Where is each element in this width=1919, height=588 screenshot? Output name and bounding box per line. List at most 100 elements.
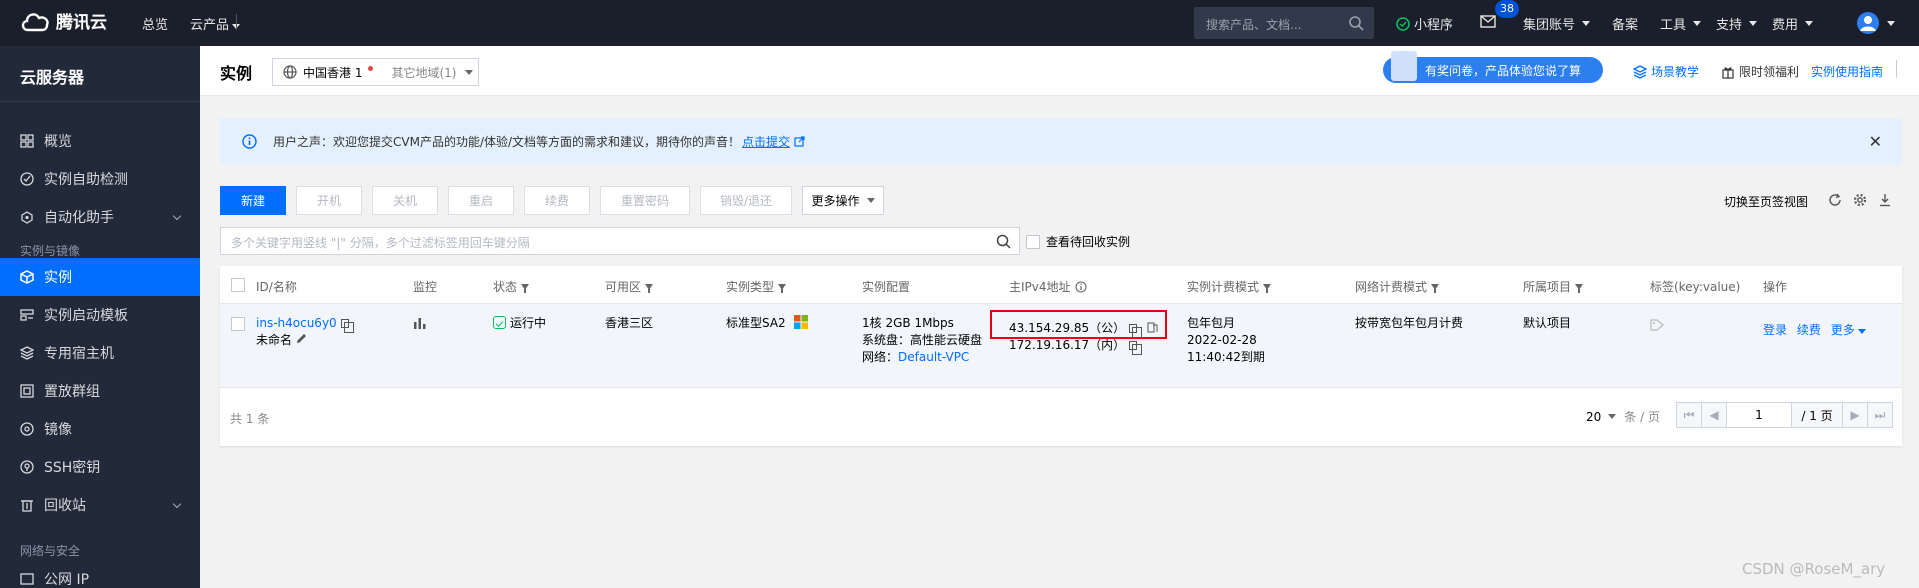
col-type[interactable]: 实例类型 bbox=[726, 278, 787, 295]
prev-page-button[interactable]: ◀ bbox=[1701, 402, 1727, 428]
destroy-button[interactable]: 销毁/退还 bbox=[700, 186, 792, 215]
monitor-chart-icon[interactable] bbox=[413, 317, 427, 329]
nav-products[interactable]: 云产品 bbox=[190, 14, 241, 33]
filter-icon[interactable] bbox=[1575, 283, 1584, 293]
sidebar-item-image[interactable]: 镜像 bbox=[0, 410, 200, 448]
col-billing-mode[interactable]: 实例计费模式 bbox=[1187, 278, 1272, 295]
sidebar-item-dedicated-host[interactable]: 专用宿主机 bbox=[0, 334, 200, 372]
download-icon[interactable] bbox=[1878, 193, 1892, 207]
sidebar-item-self-check[interactable]: 实例自助检测 bbox=[0, 160, 200, 198]
tag-icon[interactable] bbox=[1650, 319, 1664, 331]
first-page-button[interactable]: ⏮ bbox=[1676, 402, 1702, 428]
scene-teaching-link[interactable]: 场景教学 bbox=[1633, 63, 1699, 80]
gear-icon[interactable] bbox=[1853, 193, 1867, 207]
sidebar-item-placement-group[interactable]: 置放群组 bbox=[0, 372, 200, 410]
new-instance-button[interactable]: 新建 bbox=[220, 186, 286, 215]
search-icon[interactable] bbox=[996, 234, 1011, 249]
filter-icon[interactable] bbox=[521, 283, 530, 293]
billing-menu[interactable]: 费用 bbox=[1772, 14, 1814, 33]
logo[interactable]: 腾讯云 bbox=[20, 8, 107, 33]
renew-button[interactable]: 续费 bbox=[524, 186, 590, 215]
close-icon[interactable]: ✕ bbox=[1869, 132, 1882, 151]
col-status[interactable]: 状态 bbox=[493, 278, 530, 295]
more-actions-button[interactable]: 更多操作 bbox=[802, 186, 884, 215]
vpc-link[interactable]: Default-VPC bbox=[898, 350, 969, 364]
filter-icon[interactable] bbox=[1263, 283, 1272, 293]
col-ipv4: 主IPv4地址 bbox=[1009, 278, 1087, 295]
info-icon[interactable] bbox=[1074, 280, 1087, 293]
mini-program-label: 小程序 bbox=[1414, 18, 1454, 33]
show-recycle-checkbox[interactable]: 查看待回收实例 bbox=[1026, 233, 1130, 250]
copy-icon[interactable] bbox=[340, 319, 354, 333]
edit-icon[interactable] bbox=[296, 333, 307, 344]
search-icon[interactable] bbox=[1348, 15, 1364, 31]
nav-divider bbox=[236, 14, 237, 30]
select-all-checkbox[interactable] bbox=[231, 278, 245, 292]
external-link-icon[interactable] bbox=[794, 135, 805, 147]
stop-button[interactable]: 关机 bbox=[372, 186, 438, 215]
sidebar-item-ssh-key[interactable]: SSH密钥 bbox=[0, 448, 200, 486]
col-ipv4-label: 主IPv4地址 bbox=[1009, 280, 1071, 294]
nav-overview[interactable]: 总览 bbox=[142, 14, 168, 33]
config-disk: 系统盘：高性能云硬盘 bbox=[862, 333, 983, 347]
sidebar-item-launch-template[interactable]: 实例启动模板 bbox=[0, 296, 200, 334]
next-page-button[interactable]: ▶ bbox=[1842, 402, 1868, 428]
sidebar-item-public-ip[interactable]: 公网 IP bbox=[0, 560, 200, 588]
tools-menu[interactable]: 工具 bbox=[1660, 14, 1702, 33]
usage-guide-link[interactable]: 实例使用指南 bbox=[1811, 63, 1883, 80]
col-project[interactable]: 所属项目 bbox=[1523, 278, 1584, 295]
ip-highlight-annotation bbox=[990, 310, 1167, 339]
sidebar-item-instances[interactable]: 实例 bbox=[0, 258, 200, 296]
sidebar-item-label: 镜像 bbox=[44, 422, 72, 438]
cell-billing-mode: 包年包月 2022-02-28 11:40:42到期 bbox=[1187, 315, 1265, 366]
sidebar-item-label: 实例自助检测 bbox=[44, 172, 128, 188]
reset-password-button[interactable]: 重置密码 bbox=[600, 186, 690, 215]
cell-status: 运行中 bbox=[493, 315, 546, 332]
notice-submit-link[interactable]: 点击提交 bbox=[742, 133, 790, 150]
renew-link[interactable]: 续费 bbox=[1797, 323, 1821, 337]
checkbox[interactable] bbox=[1026, 234, 1040, 249]
filter-icon[interactable] bbox=[645, 283, 654, 293]
start-button[interactable]: 开机 bbox=[296, 186, 362, 215]
limited-welfare-link[interactable]: 限时领福利 bbox=[1721, 63, 1799, 80]
last-page-button[interactable]: ⏭ bbox=[1867, 402, 1893, 428]
expire-time: 11:40:42到期 bbox=[1187, 350, 1265, 364]
sidebar-item-overview[interactable]: 概览 bbox=[0, 122, 200, 160]
page-number-input[interactable]: 1 bbox=[1726, 402, 1792, 428]
beian-link[interactable]: 备案 bbox=[1612, 14, 1638, 33]
instance-id-link[interactable]: ins-h4ocu6y0 bbox=[256, 316, 337, 330]
refresh-icon[interactable] bbox=[1828, 193, 1842, 207]
notice-banner: 用户之声：欢迎您提交CVM产品的功能/体验/文档等方面的需求和建议，期待你的声音… bbox=[220, 118, 1902, 164]
col-network-billing[interactable]: 网络计费模式 bbox=[1355, 278, 1440, 295]
region-selector[interactable]: 中国香港 1 其它地域(1) bbox=[272, 58, 479, 86]
col-zone[interactable]: 可用区 bbox=[605, 278, 654, 295]
mail-icon[interactable] bbox=[1480, 15, 1496, 28]
image-icon bbox=[20, 422, 34, 436]
table-footer: 共 1 条 20 条 / 页 ⏮ ◀ 1 / 1 页 ▶ ⏭ bbox=[220, 388, 1902, 446]
notice-text: 用户之声：欢迎您提交CVM产品的功能/体验/文档等方面的需求和建议，期待你的声音… bbox=[273, 134, 741, 149]
filter-input[interactable]: 多个关键字用竖线 "|" 分隔，多个过滤标签用回车键分隔 bbox=[220, 227, 1020, 255]
page-size-unit: 条 / 页 bbox=[1624, 410, 1660, 424]
mini-program-link[interactable]: 小程序 bbox=[1396, 14, 1453, 33]
copy-icon[interactable] bbox=[1129, 341, 1143, 355]
more-actions-link[interactable]: 更多 bbox=[1831, 323, 1866, 337]
cell-config: 1核 2GB 1Mbps 系统盘：高性能云硬盘 网络：Default-VPC bbox=[862, 315, 982, 366]
switch-tab-view-link[interactable]: 切换至页签视图 bbox=[1724, 193, 1808, 210]
robot-icon bbox=[21, 211, 33, 224]
chevron-down-icon bbox=[465, 69, 474, 75]
support-menu[interactable]: 支持 bbox=[1716, 14, 1758, 33]
sidebar-item-automation[interactable]: 自动化助手 bbox=[0, 198, 200, 236]
group-account-menu[interactable]: 集团账号 bbox=[1523, 14, 1591, 33]
sidebar-item-recycle-bin[interactable]: 回收站 bbox=[0, 486, 200, 524]
user-menu[interactable] bbox=[1856, 11, 1895, 35]
search-input[interactable]: 搜索产品、文档... bbox=[1194, 7, 1374, 39]
filter-icon[interactable] bbox=[778, 283, 787, 293]
filter-icon[interactable] bbox=[1431, 283, 1440, 293]
restart-button[interactable]: 重启 bbox=[448, 186, 514, 215]
login-link[interactable]: 登录 bbox=[1763, 323, 1787, 337]
page-size-select[interactable]: 20 条 / 页 bbox=[1586, 408, 1660, 425]
nav-products-label: 云产品 bbox=[190, 18, 230, 33]
chevron-down-icon bbox=[1857, 329, 1866, 334]
row-checkbox[interactable] bbox=[231, 317, 245, 331]
survey-promo-banner[interactable]: 有奖问卷，产品体验您说了算 bbox=[1383, 51, 1603, 83]
